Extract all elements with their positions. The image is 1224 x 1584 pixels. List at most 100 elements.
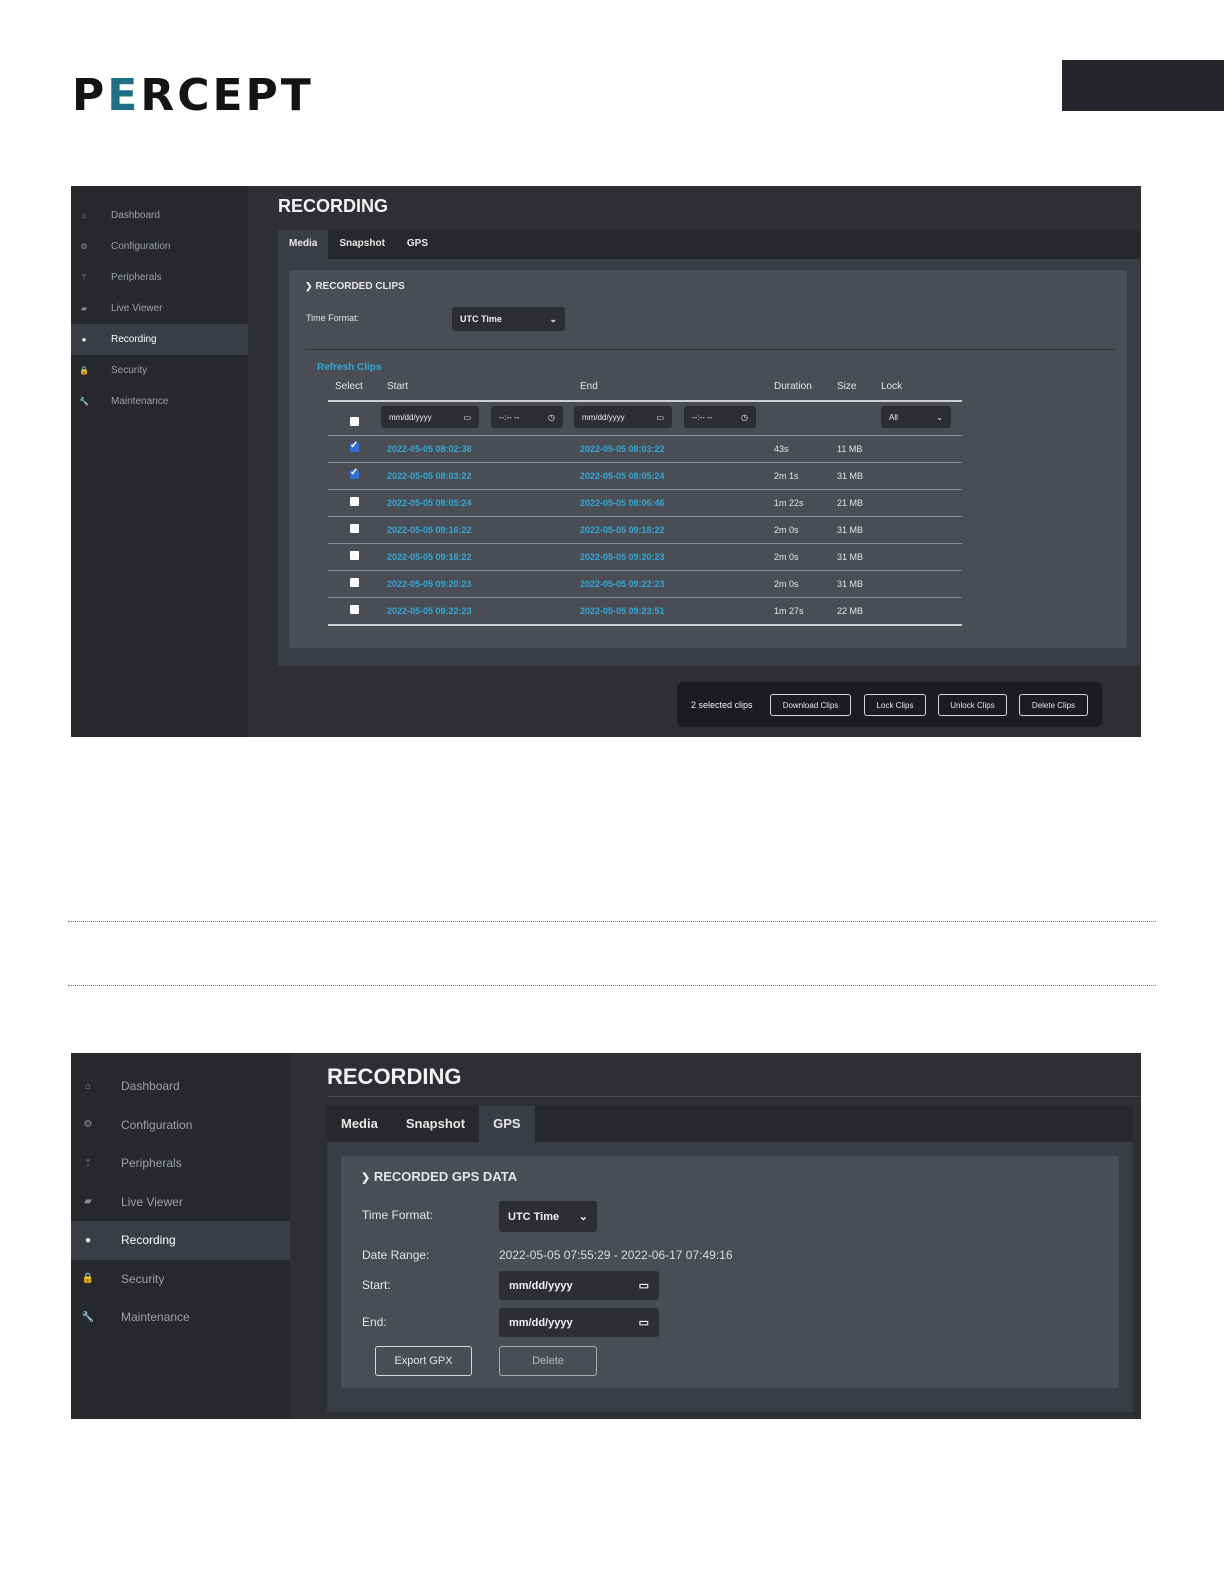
calendar-icon: ▭	[638, 1317, 649, 1329]
gear-icon: ⚙	[80, 242, 88, 251]
sidebar-item-peripherals[interactable]: ᛘ Peripherals	[71, 262, 248, 293]
clip-size: 31 MB	[837, 471, 864, 481]
start-date-placeholder: mm/dd/yyyy	[389, 412, 432, 422]
clip-start-link[interactable]: 2022-05-05 09:20:23	[387, 579, 472, 589]
time-format-label: Time Format:	[306, 313, 360, 323]
end-time-input[interactable]: --:-- -- ◷	[684, 406, 756, 428]
section-header[interactable]: ❯ RECORDED CLIPS	[305, 281, 405, 292]
sidebar-item-peripherals[interactable]: ᛘ Peripherals	[71, 1144, 290, 1183]
unlock-clips-button[interactable]: Unlock Clips	[938, 694, 1007, 716]
sidebar-item-configuration[interactable]: ⚙ Configuration	[71, 1106, 290, 1145]
recorded-clips-panel: ❯ RECORDED CLIPS Time Format: UTC Time ⌄…	[289, 270, 1127, 648]
end-time-placeholder: --:-- --	[692, 412, 713, 422]
sidebar-item-label: Live Viewer	[121, 1194, 183, 1209]
row-select-checkbox[interactable]	[350, 467, 359, 479]
tab-gps[interactable]: GPS	[479, 1106, 535, 1142]
row-select-checkbox[interactable]	[350, 524, 359, 533]
download-clips-button[interactable]: Download Clips	[770, 694, 851, 716]
filter-row: mm/dd/yyyy ▭ --:-- -- ◷ mm/dd/yyyy ▭ --:…	[328, 402, 962, 436]
clip-start-link[interactable]: 2022-05-05 08:03:22	[387, 471, 472, 481]
calendar-icon: ▭	[638, 1280, 649, 1292]
start-label: Start:	[362, 1278, 391, 1292]
lock-filter-select[interactable]: All ⌄	[881, 406, 951, 428]
time-format-select[interactable]: UTC Time ⌄	[499, 1201, 597, 1232]
sidebar-item-label: Peripherals	[121, 1156, 182, 1171]
clip-size: 31 MB	[837, 579, 864, 589]
tab-media[interactable]: Media	[327, 1106, 392, 1142]
row-select-checkbox[interactable]	[350, 578, 359, 587]
clip-start-link[interactable]: 2022-05-05 08:05:24	[387, 498, 472, 508]
time-format-select[interactable]: UTC Time ⌄	[452, 307, 565, 331]
clip-end-link[interactable]: 2022-05-05 09:18:22	[580, 525, 665, 535]
sidebar-item-maintenance[interactable]: 🔧 Maintenance	[71, 1298, 290, 1337]
clip-end-link[interactable]: 2022-05-05 09:23:51	[580, 606, 665, 616]
separator-bottom	[68, 985, 1156, 986]
sidebar-item-label: Maintenance	[121, 1310, 190, 1325]
clip-start-link[interactable]: 2022-05-05 09:16:22	[387, 525, 472, 535]
clock-icon: ◷	[548, 412, 555, 422]
select-all-checkbox[interactable]	[350, 417, 359, 426]
table-row: 2022-05-05 08:02:38 2022-05-05 08:03:22 43…	[328, 436, 962, 463]
start-date-input[interactable]: mm/dd/yyyy ▭	[499, 1271, 659, 1300]
sidebar-item-dashboard[interactable]: ⌂ Dashboard	[71, 200, 248, 231]
date-range-label: Date Range:	[362, 1248, 430, 1262]
start-time-input[interactable]: --:-- -- ◷	[491, 406, 563, 428]
tab-gps[interactable]: GPS	[396, 230, 439, 259]
table-row: 2022-05-05 09:18:22 2022-05-05 09:20:23 2m…	[328, 544, 962, 571]
table-header: Select Start End Duration Size Lock	[328, 376, 962, 402]
sidebar-item-dashboard[interactable]: ⌂ Dashboard	[71, 1067, 290, 1106]
export-gpx-button[interactable]: Export GPX	[375, 1346, 472, 1376]
sidebar-item-configuration[interactable]: ⚙ Configuration	[71, 231, 248, 262]
delete-clips-button[interactable]: Delete Clips	[1019, 694, 1088, 716]
sidebar-item-label: Security	[111, 365, 148, 376]
sidebar-item-recording[interactable]: ● Recording	[71, 1221, 290, 1260]
sidebar-item-maintenance[interactable]: 🔧 Maintenance	[71, 386, 248, 417]
divider	[305, 349, 1115, 350]
row-select-checkbox[interactable]	[350, 440, 359, 452]
tab-media[interactable]: Media	[278, 230, 329, 259]
row-select-checkbox[interactable]	[350, 497, 359, 506]
clip-end-link[interactable]: 2022-05-05 09:22:23	[580, 579, 665, 589]
sidebar-item-recording[interactable]: ● Recording	[71, 324, 248, 355]
clip-start-link[interactable]: 2022-05-05 09:22:23	[387, 606, 472, 616]
row-select-checkbox[interactable]	[350, 605, 359, 614]
tab-bar: Media Snapshot GPS	[327, 1106, 1133, 1142]
sidebar-item-label: Recording	[121, 1233, 176, 1248]
sidebar: ⌂ Dashboard ⚙ Configuration ᛘ Peripherals ▰ Liv…	[71, 186, 248, 737]
row-select-checkbox[interactable]	[350, 551, 359, 560]
clip-end-link[interactable]: 2022-05-05 08:05:24	[580, 471, 665, 481]
clip-size: 31 MB	[837, 525, 864, 535]
col-duration: Duration	[774, 381, 812, 392]
col-select: Select	[335, 381, 363, 392]
page-title: RECORDING	[278, 196, 1141, 231]
sidebar-item-label: Peripherals	[111, 272, 162, 283]
lock-clips-button[interactable]: Lock Clips	[864, 694, 926, 716]
sidebar-item-live-viewer[interactable]: ▰ Live Viewer	[71, 1183, 290, 1222]
refresh-clips-link[interactable]: Refresh Clips	[317, 362, 381, 373]
start-date-input[interactable]: mm/dd/yyyy ▭	[381, 406, 479, 428]
record-dot-icon: ●	[81, 335, 87, 344]
table-row: 2022-05-05 08:03:22 2022-05-05 08:05:24 2m…	[328, 463, 962, 490]
calendar-icon: ▭	[656, 412, 664, 422]
home-icon: ⌂	[81, 211, 87, 220]
clip-end-link[interactable]: 2022-05-05 09:20:23	[580, 552, 665, 562]
section-header[interactable]: ❯ RECORDED GPS DATA	[361, 1169, 517, 1184]
clip-start-link[interactable]: 2022-05-05 09:18:22	[387, 552, 472, 562]
clip-start-link[interactable]: 2022-05-05 08:02:38	[387, 444, 472, 454]
delete-button[interactable]: Delete	[499, 1346, 597, 1376]
table-row: 2022-05-05 08:05:24 2022-05-05 08:06:46 1m…	[328, 490, 962, 517]
tab-snapshot[interactable]: Snapshot	[392, 1106, 479, 1142]
clip-end-link[interactable]: 2022-05-05 08:03:22	[580, 444, 665, 454]
col-end: End	[580, 381, 598, 392]
clip-end-link[interactable]: 2022-05-05 08:06:46	[580, 498, 665, 508]
sidebar-item-security[interactable]: 🔒 Security	[71, 1260, 290, 1299]
tab-snapshot[interactable]: Snapshot	[328, 230, 396, 259]
end-date-input[interactable]: mm/dd/yyyy ▭	[499, 1308, 659, 1337]
calendar-icon: ▭	[463, 412, 471, 422]
clip-duration: 2m 1s	[774, 471, 799, 481]
end-date-input[interactable]: mm/dd/yyyy ▭	[574, 406, 672, 428]
sidebar-item-live-viewer[interactable]: ▰ Live Viewer	[71, 293, 248, 324]
wrench-icon: 🔧	[81, 1311, 95, 1323]
clip-size: 22 MB	[837, 606, 864, 616]
sidebar-item-security[interactable]: 🔒 Security	[71, 355, 248, 386]
